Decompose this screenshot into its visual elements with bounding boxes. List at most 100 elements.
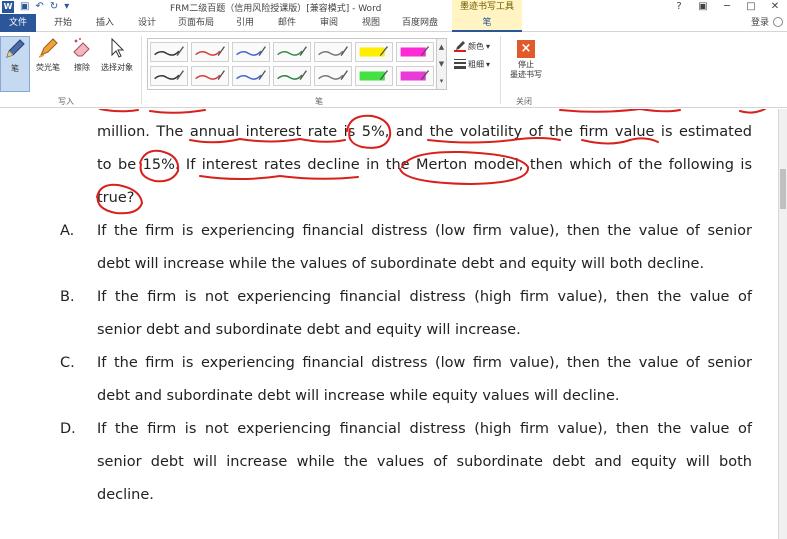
chevron-down-icon: ▾ xyxy=(486,41,491,51)
pen-style-swatch[interactable] xyxy=(396,66,434,86)
window-controls: ? ▣ ─ □ ✕ xyxy=(667,0,787,14)
eraser-button[interactable]: 擦除 xyxy=(66,36,98,73)
feedback-smiley-icon[interactable] xyxy=(773,17,783,27)
pen-color-dropdown[interactable]: 颜色 ▾ xyxy=(454,40,490,52)
stop-inking-label-1: 停止 xyxy=(518,60,534,69)
tab-references[interactable]: 引用 xyxy=(228,14,262,32)
gallery-scroll-controls: ▲ ▼ ▾ xyxy=(437,38,447,90)
group-divider xyxy=(500,36,501,104)
eraser-icon xyxy=(73,38,90,57)
option-letter: B. xyxy=(60,289,75,305)
minimize-button[interactable]: ─ xyxy=(715,0,739,14)
tab-baidu-netdisk[interactable]: 百度网盘 xyxy=(396,14,444,32)
undo-icon[interactable]: ↶ xyxy=(35,1,43,13)
tab-home[interactable]: 开始 xyxy=(46,14,80,32)
sign-in-link[interactable]: 登录 xyxy=(751,14,769,32)
stop-inking-button[interactable]: × 停止 墨迹书写 xyxy=(506,40,546,80)
option-text-line: If the firm is experiencing financial di… xyxy=(97,223,752,239)
option-text-line: senior debt and subordinate debt and equ… xyxy=(97,322,521,338)
option-text-line: If the firm is experiencing financial di… xyxy=(97,355,752,371)
line-weight-icon xyxy=(454,59,466,69)
option-letter: C. xyxy=(60,355,75,371)
option-text-line: senior debt will increase while the valu… xyxy=(97,454,752,470)
close-ink-icon: × xyxy=(517,40,535,58)
question-text-line: to be 15%. If interest rates decline in … xyxy=(97,157,752,173)
help-button[interactable]: ? xyxy=(667,0,691,14)
cursor-arrow-icon xyxy=(111,37,125,58)
highlighter-button[interactable]: 荧光笔 xyxy=(32,36,64,73)
title-bar: W ▣ ↶ ↻ ▾ FRM二级百题（信用风险授课版）[兼容模式] - Word … xyxy=(0,0,787,14)
ink-underline-top-left xyxy=(99,109,206,114)
option-text-line: If the firm is not experiencing financia… xyxy=(97,289,752,305)
pen-style-swatch[interactable] xyxy=(314,42,352,62)
quick-access-toolbar: W ▣ ↶ ↻ ▾ xyxy=(2,1,69,13)
close-group-label: 关闭 xyxy=(516,97,532,106)
gallery-up-icon[interactable]: ▲ xyxy=(437,39,446,56)
pens-group-label: 笔 xyxy=(315,97,323,106)
document-title: FRM二级百题（信用风险授课版）[兼容模式] - Word xyxy=(170,4,382,14)
question-text-line: true? xyxy=(97,190,135,206)
pen-styles-gallery xyxy=(147,38,437,90)
ink-tools-context-label: 墨迹书写工具 xyxy=(452,0,522,14)
pen-style-swatch[interactable] xyxy=(355,42,393,62)
tab-mailings[interactable]: 邮件 xyxy=(270,14,304,32)
pen-icon xyxy=(6,39,25,58)
select-objects-button[interactable]: 选择对象 xyxy=(98,36,136,73)
option-text-line: If the firm is not experiencing financia… xyxy=(97,421,752,437)
close-button[interactable]: ✕ xyxy=(763,0,787,14)
pen-style-swatch[interactable] xyxy=(273,42,311,62)
pen-button[interactable]: 笔 xyxy=(0,36,30,92)
option-letter: D. xyxy=(60,421,76,437)
option-text-line: debt will increase while the values of s… xyxy=(97,256,705,272)
pen-weight-label: 粗细 xyxy=(468,59,484,69)
pen-style-swatch[interactable] xyxy=(355,66,393,86)
chevron-down-icon: ▾ xyxy=(486,59,491,69)
scrollbar-thumb[interactable] xyxy=(780,169,786,209)
pen-style-swatch[interactable] xyxy=(396,42,434,62)
pen-style-swatch[interactable] xyxy=(150,66,188,86)
write-group-label: 写入 xyxy=(58,97,74,106)
pen-style-swatch[interactable] xyxy=(273,66,311,86)
redo-icon[interactable]: ↻ xyxy=(50,1,58,13)
option-text-line: debt and subordinate debt will increase … xyxy=(97,388,620,404)
pen-button-label: 笔 xyxy=(11,64,19,73)
ink-underline-interest-rates-decline xyxy=(199,175,359,180)
ribbon-display-options-button[interactable]: ▣ xyxy=(691,0,715,14)
ink-underline-top-right xyxy=(559,109,766,114)
pen-style-swatch[interactable] xyxy=(191,66,229,86)
highlighter-button-label: 荧光笔 xyxy=(36,63,60,72)
word-app-icon: W xyxy=(2,1,14,13)
pen-style-swatch[interactable] xyxy=(150,42,188,62)
tab-insert[interactable]: 插入 xyxy=(88,14,122,32)
tab-pen[interactable]: 笔 xyxy=(452,14,522,32)
tab-file[interactable]: 文件 xyxy=(0,14,36,32)
save-icon[interactable]: ▣ xyxy=(20,1,29,13)
group-divider xyxy=(141,36,142,104)
pen-style-swatch[interactable] xyxy=(314,66,352,86)
stop-inking-label-2: 墨迹书写 xyxy=(510,70,542,79)
pen-style-swatch[interactable] xyxy=(232,66,270,86)
gallery-down-icon[interactable]: ▼ xyxy=(437,56,446,73)
maximize-button[interactable]: □ xyxy=(739,0,763,14)
option-letter: A. xyxy=(60,223,75,239)
word-window: W ▣ ↶ ↻ ▾ FRM二级百题（信用风险授课版）[兼容模式] - Word … xyxy=(0,0,787,539)
ribbon-tab-row: 文件 开始 插入 设计 页面布局 引用 邮件 审阅 视图 百度网盘 笔 登录 xyxy=(0,14,787,32)
tab-review[interactable]: 审阅 xyxy=(312,14,346,32)
highlighter-icon xyxy=(38,38,58,58)
tab-design[interactable]: 设计 xyxy=(130,14,164,32)
pen-weight-dropdown[interactable]: 粗细 ▾ xyxy=(454,58,490,70)
document-page[interactable]: million. The annual interest rate is 5%,… xyxy=(0,109,778,539)
pen-color-icon xyxy=(454,41,466,52)
pen-style-swatch[interactable] xyxy=(232,42,270,62)
tab-view[interactable]: 视图 xyxy=(354,14,388,32)
vertical-scrollbar[interactable] xyxy=(778,109,787,539)
select-objects-button-label: 选择对象 xyxy=(101,63,133,72)
gallery-more-icon[interactable]: ▾ xyxy=(437,73,446,90)
customize-qat-icon[interactable]: ▾ xyxy=(64,1,69,13)
eraser-button-label: 擦除 xyxy=(74,63,90,72)
tab-page-layout[interactable]: 页面布局 xyxy=(172,14,220,32)
ribbon-pen-tab: 笔 荧光笔 擦除 选择对象 写入 ▲ ▼ ▾ 颜色 ▾ 粗细 ▾ 笔 × 停止 … xyxy=(0,32,787,108)
question-text-line: million. The annual interest rate is 5%,… xyxy=(97,124,752,140)
pen-color-label: 颜色 xyxy=(468,41,484,51)
pen-style-swatch[interactable] xyxy=(191,42,229,62)
